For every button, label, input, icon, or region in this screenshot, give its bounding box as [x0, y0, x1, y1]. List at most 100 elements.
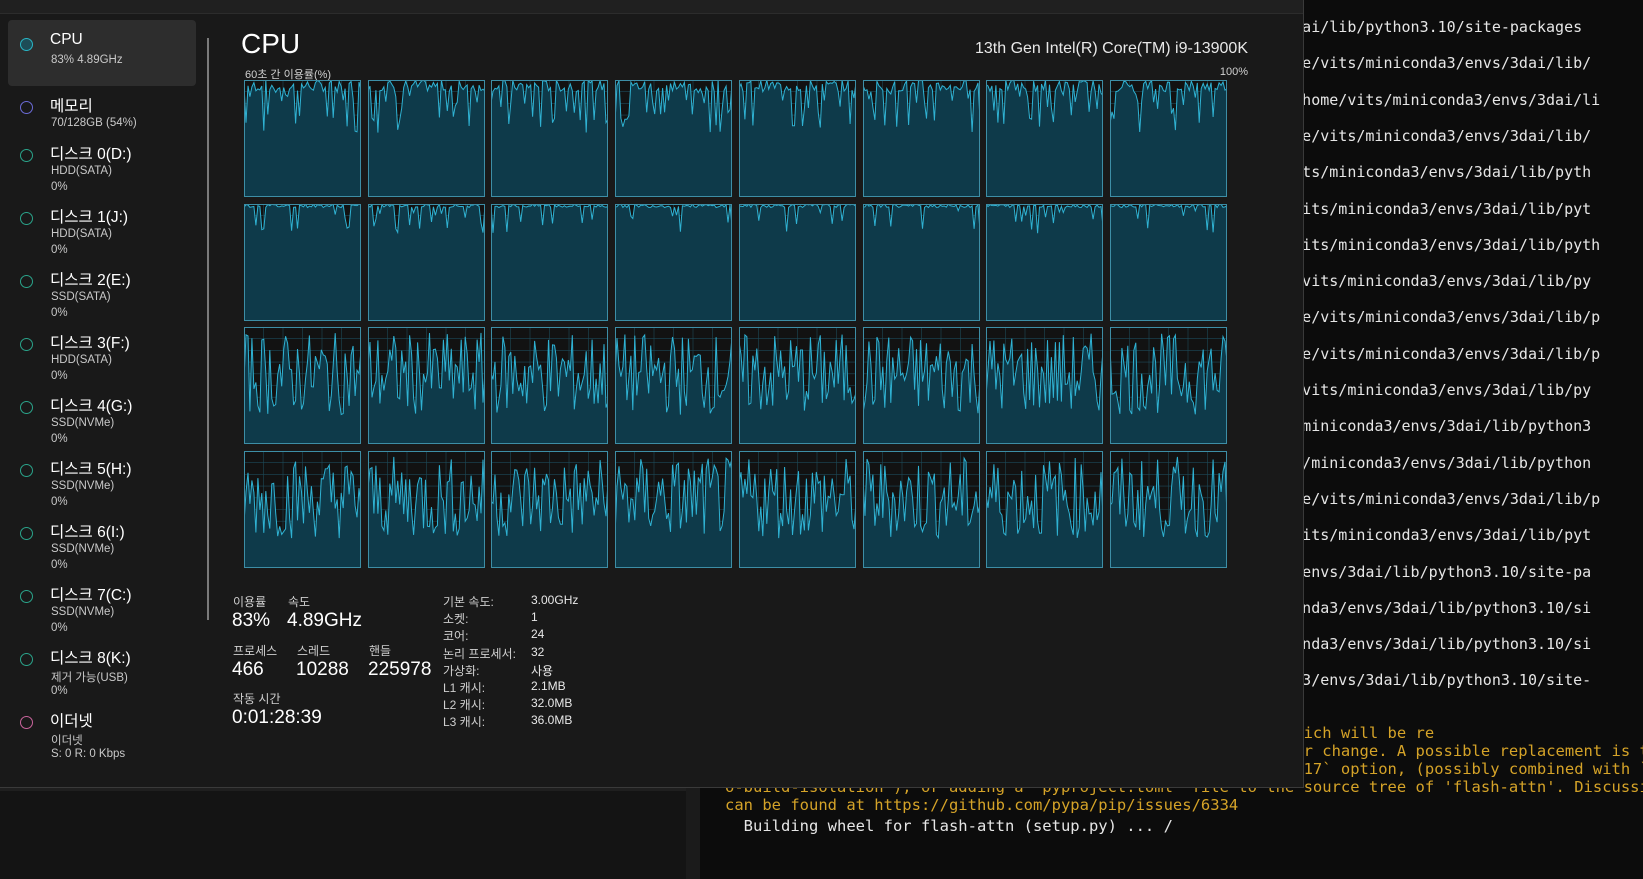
core-usage-graph [615, 203, 733, 321]
sidebar-item-label: 이더넷 [50, 713, 93, 730]
title-bar [0, 0, 1303, 14]
sidebar-item-detail: 70/128GB (54%) [51, 117, 137, 129]
sidebar-item-usage: 0% [51, 307, 68, 319]
sidebar-item-label: 디스크 4(G:) [50, 398, 133, 415]
spec-value: 3.00GHz [531, 593, 579, 607]
core-usage-graph [986, 203, 1104, 321]
sidebar-item-detail: HDD(SATA) [51, 228, 112, 240]
core-usage-graph [491, 450, 609, 568]
spec-label: 가상화: [443, 663, 480, 678]
spec-value: 32.0MB [531, 696, 573, 711]
core-usage-graph [862, 450, 980, 568]
status-dot-icon [20, 149, 33, 162]
sidebar-item-detail: 83% 4.89GHz [51, 54, 123, 66]
sidebar-item-usage: 0% [51, 181, 68, 193]
sidebar-item-6[interactable]: 디스크 4(G:) SSD(NVMe) 0% [8, 383, 196, 449]
core-usage-graph [738, 327, 856, 444]
status-dot-icon [20, 38, 33, 51]
sidebar-item-usage: 0% [51, 370, 68, 382]
sidebar-item-detail: 이더넷 [51, 735, 83, 747]
sidebar-item-label: 디스크 0(D:) [50, 146, 132, 163]
sidebar-item-label: 디스크 1(J:) [50, 209, 129, 226]
sidebar-item-2[interactable]: 디스크 0(D:) HDD(SATA) 0% [8, 131, 196, 197]
page-title: CPU [241, 28, 301, 59]
core-usage-graph [244, 450, 361, 568]
sidebar-item-10[interactable]: 디스크 8(K:) 제거 가능(USB) 0% [8, 635, 196, 701]
core-usage-graph [986, 327, 1104, 444]
sidebar-item-label: 디스크 6(I:) [50, 524, 125, 541]
core-usage-graph [615, 80, 733, 197]
sidebar-item-7[interactable]: 디스크 5(H:) SSD(NVMe) 0% [8, 446, 196, 512]
spec-label: 소켓: [443, 612, 469, 627]
sidebar-item-usage: 0% [51, 622, 68, 634]
background-scrollbar[interactable] [686, 787, 700, 879]
graph-max-label: 100% [1219, 66, 1248, 78]
sidebar-item-usage: S: 0 R: 0 Kbps [51, 748, 126, 760]
sidebar-item-detail: 제거 가능(USB) [51, 672, 128, 684]
core-usage-graph [986, 80, 1104, 197]
core-usage-graph [1109, 327, 1227, 444]
sidebar-item-usage: 0% [51, 244, 68, 256]
core-usage-graph [986, 450, 1104, 568]
core-usage-graph [367, 80, 485, 197]
sidebar-item-0[interactable]: CPU 83% 4.89GHz [8, 20, 196, 86]
sidebar-item-4[interactable]: 디스크 2(E:) SSD(SATA) 0% [8, 257, 196, 323]
core-usage-graph [367, 327, 485, 444]
utilization-value: 83% [232, 610, 271, 631]
performance-panel: CPU 13th Gen Intel(R) Core(TM) i9-13900K… [210, 13, 1303, 787]
sidebar: CPU 83% 4.89GHz 메모리 70/128GB (54%) 디스크 0(D:)… [0, 13, 205, 787]
speed-label: 속도 [288, 595, 311, 609]
sidebar-item-usage: 0% [51, 559, 68, 571]
sidebar-item-label: 디스크 5(H:) [50, 461, 132, 478]
sidebar-item-9[interactable]: 디스크 7(C:) SSD(NVMe) 0% [8, 572, 196, 638]
sidebar-item-detail: SSD(NVMe) [51, 480, 115, 492]
status-dot-icon [20, 275, 33, 288]
background-window [0, 787, 700, 879]
core-usage-graph [862, 80, 980, 197]
core-usage-graph [244, 80, 361, 197]
status-dot-icon [20, 464, 33, 477]
core-usage-graph [615, 450, 733, 568]
core-usage-graph [862, 203, 980, 321]
spec-value: 24 [531, 627, 545, 642]
core-usage-graph [367, 450, 485, 568]
spec-label: L3 캐시: [443, 715, 486, 730]
uptime-value: 0:01:28:39 [232, 707, 322, 728]
sidebar-item-usage: 0% [51, 496, 68, 508]
processes-value: 466 [232, 659, 264, 680]
sidebar-item-11[interactable]: 이더넷 이더넷 S: 0 R: 0 Kbps [8, 698, 196, 764]
sidebar-item-detail: SSD(NVMe) [51, 417, 115, 429]
core-usage-graph [1109, 450, 1227, 568]
threads-value: 10288 [296, 659, 349, 680]
terminal-warning-line: can be found at https://github.com/pypa/… [725, 796, 1239, 814]
uptime-label: 작동 시간 [233, 692, 281, 706]
sidebar-divider[interactable] [207, 38, 209, 620]
sidebar-item-label: 디스크 2(E:) [50, 272, 131, 289]
status-dot-icon [20, 590, 33, 603]
core-usage-graph [738, 450, 856, 568]
sidebar-item-detail: SSD(NVMe) [51, 606, 115, 618]
handles-label: 핸들 [369, 644, 392, 658]
sidebar-item-5[interactable]: 디스크 3(F:) HDD(SATA) 0% [8, 320, 196, 386]
sidebar-item-3[interactable]: 디스크 1(J:) HDD(SATA) 0% [8, 194, 196, 260]
threads-label: 스레드 [297, 644, 331, 658]
task-manager-window: CPU 83% 4.89GHz 메모리 70/128GB (54%) 디스크 0(D:)… [0, 0, 1304, 788]
core-usage-graph [738, 80, 856, 197]
sidebar-item-detail: HDD(SATA) [51, 354, 112, 366]
status-dot-icon [20, 716, 33, 729]
sidebar-item-label: 디스크 8(K:) [50, 650, 131, 667]
spec-value: 2.1MB [531, 679, 566, 693]
core-usage-graph [491, 80, 609, 197]
sidebar-item-label: 디스크 3(F:) [50, 335, 130, 352]
spec-label: L1 캐시: [443, 681, 486, 695]
core-usage-graph [491, 203, 609, 321]
spec-value: 36.0MB [531, 713, 573, 728]
speed-value: 4.89GHz [287, 610, 362, 631]
cpu-model: 13th Gen Intel(R) Core(TM) i9-13900K [975, 40, 1248, 57]
sidebar-item-detail: SSD(SATA) [51, 291, 111, 303]
sidebar-item-8[interactable]: 디스크 6(I:) SSD(NVMe) 0% [8, 509, 196, 575]
status-dot-icon [20, 338, 33, 351]
sidebar-item-detail: SSD(NVMe) [51, 543, 115, 555]
terminal-command-line: Building wheel for flash-attn (setup.py)… [725, 817, 1173, 835]
processes-label: 프로세스 [233, 644, 278, 658]
